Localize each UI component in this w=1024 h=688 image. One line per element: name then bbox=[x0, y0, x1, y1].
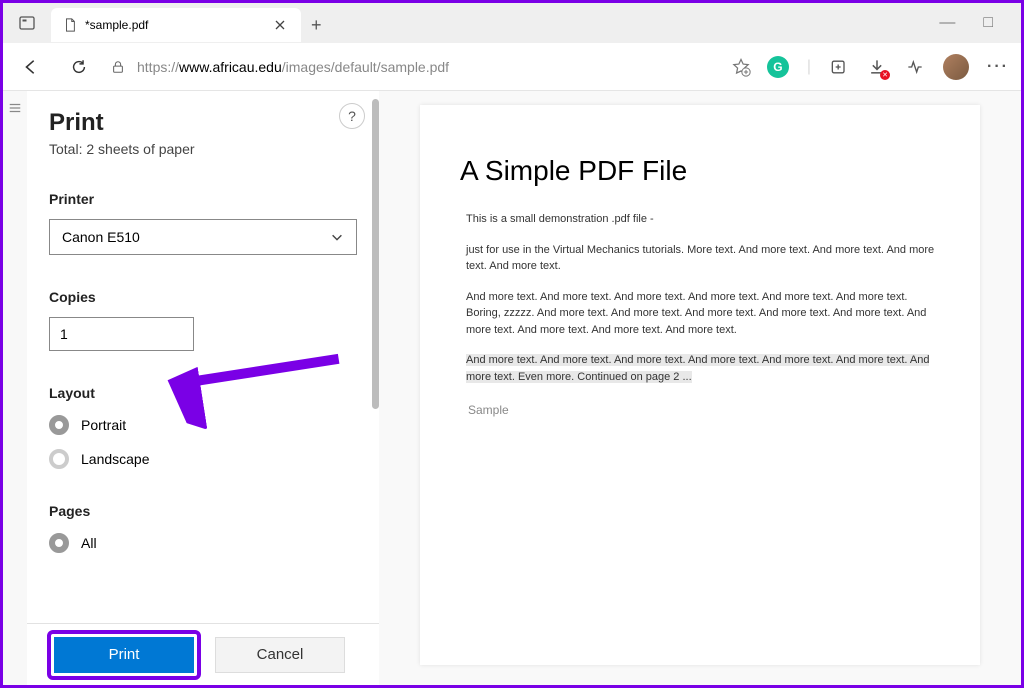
annotation-highlight: Print bbox=[47, 630, 201, 680]
maximize-button[interactable]: □ bbox=[983, 14, 993, 32]
radio-icon bbox=[49, 449, 69, 469]
print-dialog: ? Print Total: 2 sheets of paper Printer… bbox=[27, 91, 379, 685]
layout-portrait-option[interactable]: Portrait bbox=[49, 415, 357, 435]
pages-label: Pages bbox=[49, 503, 357, 519]
back-button[interactable] bbox=[15, 51, 47, 83]
doc-paragraph: And more text. And more text. And more t… bbox=[466, 289, 940, 339]
file-icon bbox=[63, 18, 77, 32]
print-subtitle: Total: 2 sheets of paper bbox=[49, 141, 357, 157]
performance-icon[interactable] bbox=[905, 57, 925, 77]
printer-value: Canon E510 bbox=[62, 229, 140, 245]
more-icon[interactable]: ··· bbox=[987, 58, 1009, 76]
panel-scrollbar[interactable] bbox=[372, 99, 379, 409]
doc-paragraph: just for use in the Virtual Mechanics tu… bbox=[466, 242, 940, 275]
titlebar: *sample.pdf + — □ bbox=[3, 3, 1021, 43]
tab-title: *sample.pdf bbox=[85, 18, 148, 32]
doc-heading: A Simple PDF File bbox=[460, 155, 940, 187]
print-preview: A Simple PDF File This is a small demons… bbox=[379, 91, 1021, 685]
radio-selected-icon bbox=[49, 415, 69, 435]
browser-tab[interactable]: *sample.pdf bbox=[51, 8, 301, 42]
close-tab-icon[interactable] bbox=[271, 16, 289, 34]
tab-actions-icon[interactable] bbox=[11, 7, 43, 39]
grammarly-icon[interactable]: G bbox=[767, 56, 789, 78]
address-bar: https://www.africau.edu/images/default/s… bbox=[3, 43, 1021, 91]
doc-paragraph: This is a small demonstration .pdf file … bbox=[466, 211, 940, 228]
url-text: https://www.africau.edu/images/default/s… bbox=[137, 59, 719, 75]
downloads-icon[interactable]: ✕ bbox=[867, 57, 887, 77]
print-button[interactable]: Print bbox=[54, 637, 194, 673]
doc-paragraph: And more text. And more text. And more t… bbox=[466, 352, 940, 385]
preview-page: A Simple PDF File This is a small demons… bbox=[420, 105, 980, 665]
layout-landscape-option[interactable]: Landscape bbox=[49, 449, 357, 469]
minimize-button[interactable]: — bbox=[939, 14, 955, 32]
url-field[interactable]: https://www.africau.edu/images/default/s… bbox=[111, 57, 751, 77]
doc-sample-label: Sample bbox=[468, 403, 940, 417]
chevron-down-icon bbox=[330, 230, 344, 244]
collections-icon[interactable] bbox=[829, 57, 849, 77]
help-button[interactable]: ? bbox=[339, 103, 365, 129]
print-title: Print bbox=[49, 109, 357, 137]
lock-icon bbox=[111, 60, 125, 74]
refresh-button[interactable] bbox=[63, 51, 95, 83]
pages-all-option[interactable]: All bbox=[49, 533, 357, 553]
copies-label: Copies bbox=[49, 289, 357, 305]
cancel-button[interactable]: Cancel bbox=[215, 637, 345, 673]
layout-label: Layout bbox=[49, 385, 357, 401]
copies-input[interactable] bbox=[49, 317, 194, 351]
printer-select[interactable]: Canon E510 bbox=[49, 219, 357, 255]
new-tab-button[interactable]: + bbox=[301, 9, 332, 42]
profile-avatar[interactable] bbox=[943, 54, 969, 80]
radio-selected-icon bbox=[49, 533, 69, 553]
pdf-sidebar-toggle[interactable] bbox=[3, 91, 27, 685]
printer-label: Printer bbox=[49, 191, 357, 207]
favorite-icon[interactable] bbox=[731, 57, 751, 77]
